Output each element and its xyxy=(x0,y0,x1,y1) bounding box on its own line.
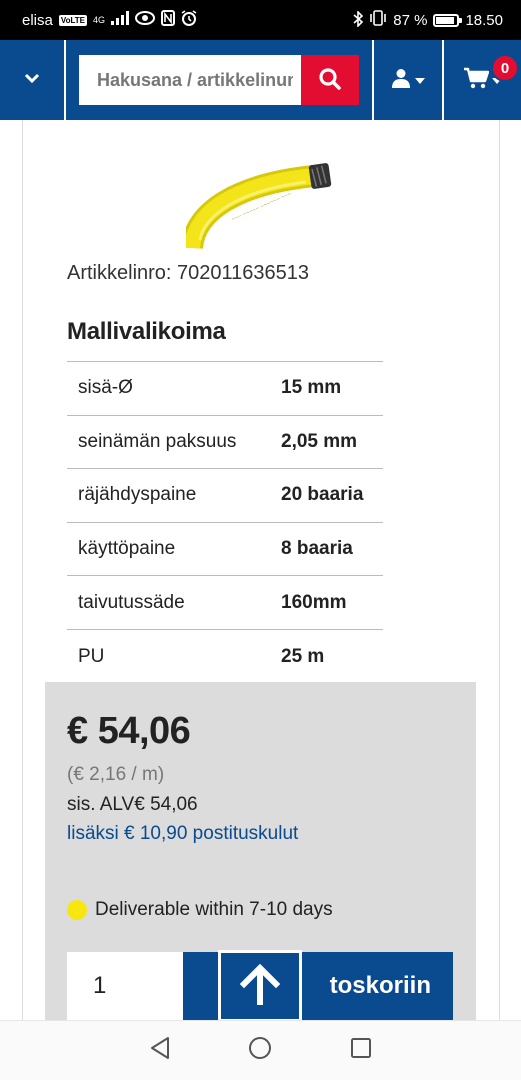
back-button[interactable] xyxy=(140,1031,180,1071)
cart-count-badge: 0 xyxy=(491,54,519,82)
price: € 54,06 xyxy=(67,710,191,752)
battery-icon xyxy=(433,13,463,27)
arrow-up-icon xyxy=(238,962,282,1011)
spec-label: seinämän paksuus xyxy=(67,414,281,469)
status-bar: elisa VoLTE 4G 87 % 18.50 xyxy=(0,0,521,40)
quantity-input[interactable] xyxy=(67,952,183,1020)
recents-button[interactable] xyxy=(341,1031,381,1071)
home-icon xyxy=(248,1036,272,1065)
status-left: elisa VoLTE 4G xyxy=(22,10,197,30)
spec-value: 15 mm xyxy=(281,361,383,416)
table-row: sisä-Ø 15 mm xyxy=(67,361,383,416)
vat-price: sis. ALV€ 54,06 xyxy=(67,794,198,815)
eye-icon xyxy=(135,11,156,29)
recents-icon xyxy=(350,1037,372,1064)
menu-toggle-button[interactable] xyxy=(0,40,66,120)
network-type: 4G xyxy=(93,15,106,25)
table-row: käyttöpaine 8 baaria xyxy=(67,521,383,576)
cart-icon xyxy=(463,67,490,94)
delivery-text: Deliverable within 7-10 days xyxy=(95,899,333,920)
spec-value: 20 baaria xyxy=(281,468,383,523)
account-button[interactable] xyxy=(374,40,444,120)
search-input[interactable] xyxy=(79,55,301,105)
home-button[interactable] xyxy=(240,1031,280,1071)
table-row: räjähdyspaine 20 baaria xyxy=(67,468,383,523)
chevron-down-icon xyxy=(24,71,40,89)
search-area xyxy=(66,40,374,120)
shipping-cost-link[interactable]: lisäksi € 10,90 postituskulut xyxy=(67,823,298,845)
section-title: Mallivalikoima xyxy=(67,318,226,345)
availability-dot-icon xyxy=(67,900,87,920)
table-row: taivutussäde 160mm xyxy=(67,575,383,630)
nfc-icon xyxy=(161,10,176,30)
caret-down-icon xyxy=(415,71,425,89)
status-right: 87 % 18.50 xyxy=(353,9,503,30)
bluetooth-icon xyxy=(353,9,364,30)
spec-label: sisä-Ø xyxy=(67,361,281,416)
spec-value: 160mm xyxy=(281,575,383,630)
system-nav-bar xyxy=(0,1020,521,1080)
site-header: 0 xyxy=(0,40,521,120)
delivery-status: Deliverable within 7-10 days xyxy=(67,899,333,921)
spec-label: räjähdyspaine xyxy=(67,468,281,523)
signal-icon xyxy=(111,11,130,29)
volte-badge: VoLTE xyxy=(58,14,88,26)
spec-label: taivutussäde xyxy=(67,575,281,630)
unit-price: (€ 2,16 / m) xyxy=(67,764,165,785)
spec-label: PU xyxy=(67,628,281,684)
cart-button[interactable]: 0 xyxy=(444,40,521,120)
user-icon xyxy=(391,68,411,93)
article-number: Artikkelinro: 702011636513 xyxy=(67,262,310,284)
spec-value: 25 m xyxy=(281,628,383,684)
spec-value: 2,05 mm xyxy=(281,414,383,469)
product-image[interactable]: ~~~ ~~~~~ ~~~~~~ ~~~ xyxy=(181,160,336,255)
spec-label: käyttöpaine xyxy=(67,521,281,576)
carrier-label: elisa xyxy=(22,11,53,29)
table-row: PU 25 m xyxy=(67,628,383,684)
scroll-to-top-button[interactable] xyxy=(218,950,302,1022)
table-row: seinämän paksuus 2,05 mm xyxy=(67,414,383,469)
battery-level xyxy=(436,16,454,24)
clock: 18.50 xyxy=(465,11,503,29)
alarm-icon xyxy=(181,10,197,30)
vibrate-icon xyxy=(369,10,387,30)
search-icon xyxy=(318,67,342,94)
search-button[interactable] xyxy=(301,55,359,105)
spec-value: 8 baaria xyxy=(281,521,383,576)
back-icon xyxy=(149,1036,171,1065)
search-box xyxy=(79,55,359,105)
spec-table: sisä-Ø 15 mm seinämän paksuus 2,05 mm rä… xyxy=(67,361,383,684)
battery-percent: 87 % xyxy=(393,11,428,29)
